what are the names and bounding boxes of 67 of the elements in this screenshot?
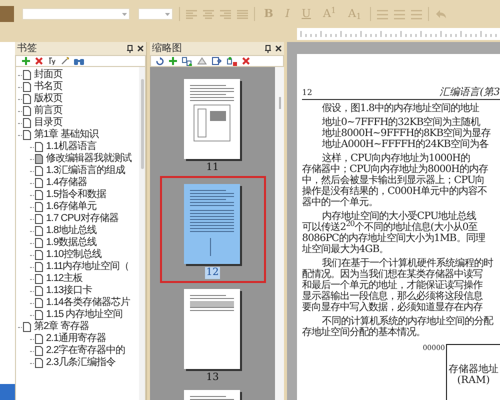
pin-icon[interactable] <box>265 44 271 52</box>
pin-icon[interactable] <box>127 44 133 52</box>
insert-page-icon[interactable] <box>227 56 237 66</box>
paragraph: 这样，CPU向内存地址为1000H的 存储器中；CPU向内存地址为8000H的内存 中，然后会被显卡输出到显示器上；CPU向 操作是没有结果的，C000H单元中的内容不 器中的一个单元。 <box>302 153 489 208</box>
bookmark-item[interactable]: 2.3几条汇编指令 <box>46 357 116 369</box>
bookmark-item[interactable]: 1.7 CPU对存储器 <box>46 213 118 225</box>
page-thumbnail[interactable] <box>184 79 242 161</box>
panel-title: 缩略图 <box>152 42 183 54</box>
bookmark-item[interactable]: 目录页 <box>34 117 62 129</box>
page-thumbnail[interactable] <box>184 184 242 266</box>
bookmark-item[interactable]: 1.3汇编语言的组成 <box>46 165 125 177</box>
properties-icon[interactable] <box>48 57 56 65</box>
bookmark-item[interactable]: 修改编辑器我就测试 <box>46 153 132 165</box>
bookmark-item[interactable]: 第2章 寄存器 <box>34 321 89 333</box>
bookmark-item[interactable]: 1.13接口卡 <box>46 285 92 297</box>
close-icon[interactable] <box>275 45 282 52</box>
bookmark-item[interactable]: 前言页 <box>34 105 62 117</box>
bookmark-item[interactable]: 1.8地址总线 <box>46 225 96 237</box>
bookmark-item[interactable]: 2.1通用寄存器 <box>46 333 106 345</box>
page-number-label: 13 <box>205 372 220 384</box>
bookmark-item[interactable]: 1.11内存地址空间（ <box>46 261 130 273</box>
bookmark-item[interactable]: 封面页 <box>34 69 62 81</box>
wand-icon[interactable] <box>61 57 69 65</box>
rotate-icon[interactable] <box>155 56 164 66</box>
add-icon[interactable] <box>169 57 177 65</box>
font-field[interactable] <box>22 8 130 20</box>
paragraph: 假设，图1.8中的内存地址空间的地址 <box>321 103 480 114</box>
bookmark-item[interactable]: 1.12主板 <box>46 273 82 285</box>
delete-icon[interactable] <box>35 57 43 65</box>
paragraph: 内存地址空间的大小受CPU地址总线 可以传送2$^{20}$个不同的地址信息(大小从0至 8086PC的内存地址空间大小为1MB。同理 址空间最大为4GB。 <box>302 211 486 255</box>
bookmark-item[interactable]: 版权页 <box>34 93 62 105</box>
delete-icon[interactable] <box>242 57 250 65</box>
selection-frame[interactable]: 12 <box>160 176 266 283</box>
page-number: 12 <box>302 88 314 98</box>
bookmark-item[interactable]: 1.9数据总线 <box>46 237 96 249</box>
add-icon[interactable] <box>22 57 30 65</box>
page-thumbnail[interactable] <box>184 289 242 371</box>
bookmark-item[interactable]: 2.2字在寄存器中的 <box>46 345 125 357</box>
paragraph: 我们在基于一个计算机硬件系统编程的时 配情况。因为当我们想在某类存储器中读写 和最后一个单元的地址，才能保证读写操作 显示器输出一段信息，那么必须将这段信息 要向显存中写入数据，必须知道显存在内存 <box>302 258 494 313</box>
running-header: 汇编语言(第3 <box>440 88 500 98</box>
paragraph: 不同的计算机系统的内存地址空间的分配 存地址空间分配的基本情况。 <box>302 316 494 338</box>
bookmark-item[interactable]: 1.15 内存地址空间 <box>46 309 123 321</box>
bookmark-item[interactable]: 1.10控制总线 <box>46 249 102 261</box>
diagram-label: 存储器地址 <box>448 364 498 374</box>
export-icon[interactable] <box>212 57 222 65</box>
page-number-label: 11 <box>205 162 220 174</box>
bookmark-item[interactable]: 1.5指令和数据 <box>46 189 106 201</box>
bookmark-item[interactable]: 书名页 <box>34 81 62 93</box>
scrollbar[interactable] <box>139 67 145 400</box>
close-icon[interactable] <box>137 45 144 52</box>
dropdown-arrow-icon <box>165 12 170 16</box>
panel-title: 书签 <box>17 42 38 54</box>
bookmark-item[interactable]: 第1章 基础知识 <box>34 129 98 141</box>
bookmark-item[interactable]: 1.4存储器 <box>46 177 87 189</box>
bookmark-item[interactable]: 1.1机器语言 <box>46 141 96 153</box>
bookmark-item[interactable]: 1.14各类存储器芯片 <box>46 297 130 309</box>
window-fragment <box>0 384 15 400</box>
pages-icon[interactable] <box>182 56 192 66</box>
paragraph: 地址0~7FFFH的32KB空间为主随机 地址8000H~9FFFH的8KB空间为显存 地址A000H~FFFFH的24KB空间为各 <box>321 117 492 150</box>
binoculars-icon[interactable] <box>74 57 84 65</box>
page-number-label: 12 <box>205 267 220 279</box>
bookmark-item[interactable]: 1.6存储单元 <box>46 201 96 213</box>
dropdown-arrow-icon <box>122 12 127 16</box>
eject-icon[interactable] <box>197 57 207 65</box>
scrollbar[interactable] <box>275 67 284 400</box>
font-size-field[interactable] <box>138 8 173 20</box>
diagram-label: (RAM) <box>457 374 490 386</box>
